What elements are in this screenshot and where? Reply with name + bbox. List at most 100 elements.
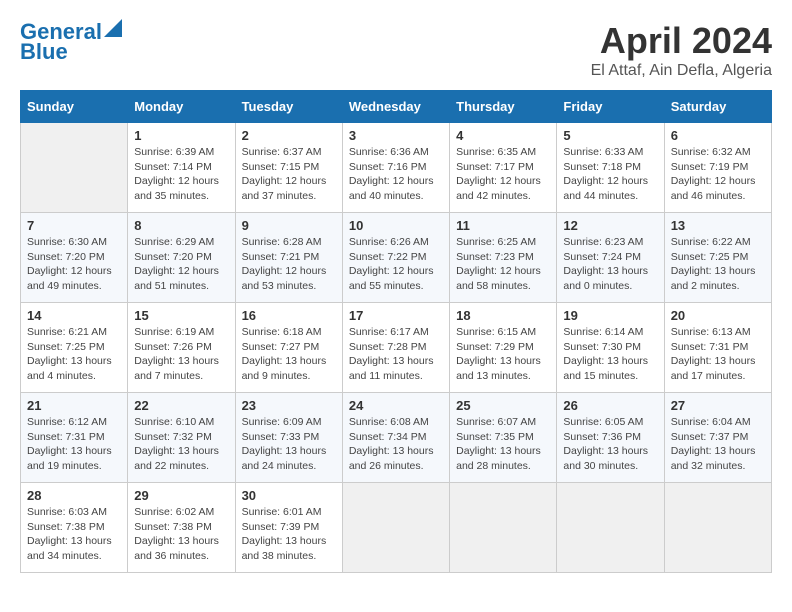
- day-info: Sunrise: 6:29 AMSunset: 7:20 PMDaylight:…: [134, 235, 228, 294]
- day-info: Sunrise: 6:39 AMSunset: 7:14 PMDaylight:…: [134, 145, 228, 204]
- sunrise-text: Sunrise: 6:19 AM: [134, 325, 228, 340]
- sunrise-text: Sunrise: 6:25 AM: [456, 235, 550, 250]
- calendar-cell: 5Sunrise: 6:33 AMSunset: 7:18 PMDaylight…: [557, 123, 664, 213]
- calendar-cell: 7 Sunrise: 6:30 AMSunset: 7:20 PMDaylight…: [21, 213, 128, 303]
- sunrise-text: Sunrise: 6:13 AM: [671, 325, 765, 340]
- sunrise-text: Sunrise: 6:05 AM: [563, 415, 657, 430]
- calendar-cell: [557, 483, 664, 573]
- sunset-text: Sunset: 7:36 PM: [563, 430, 657, 445]
- day-number: 7: [27, 218, 121, 233]
- calendar-cell: [450, 483, 557, 573]
- sunrise-text: Sunrise: 6:10 AM: [134, 415, 228, 430]
- day-number: 5: [563, 128, 657, 143]
- day-info: Sunrise: 6:25 AMSunset: 7:23 PMDaylight:…: [456, 235, 550, 294]
- sunrise-text: Sunrise: 6:22 AM: [671, 235, 765, 250]
- day-info: Sunrise: 6:21 AMSunset: 7:25 PMDaylight:…: [27, 325, 121, 384]
- daylight-text: Daylight: 13 hours and 11 minutes.: [349, 354, 443, 383]
- day-info: Sunrise: 6:22 AMSunset: 7:25 PMDaylight:…: [671, 235, 765, 294]
- day-number: 2: [242, 128, 336, 143]
- daylight-text: Daylight: 12 hours and 37 minutes.: [242, 174, 336, 203]
- day-number: 17: [349, 308, 443, 323]
- sunset-text: Sunset: 7:17 PM: [456, 160, 550, 175]
- sunset-text: Sunset: 7:37 PM: [671, 430, 765, 445]
- day-number: 28: [27, 488, 121, 503]
- sunrise-text: Sunrise: 6:09 AM: [242, 415, 336, 430]
- sunrise-text: Sunrise: 6:17 AM: [349, 325, 443, 340]
- sunrise-text: Sunrise: 6:33 AM: [563, 145, 657, 160]
- daylight-text: Daylight: 13 hours and 24 minutes.: [242, 444, 336, 473]
- sunset-text: Sunset: 7:31 PM: [671, 340, 765, 355]
- sunset-text: Sunset: 7:30 PM: [563, 340, 657, 355]
- page-header: General Blue April 2024 El Attaf, Ain De…: [20, 20, 772, 80]
- sunset-text: Sunset: 7:20 PM: [27, 250, 121, 265]
- calendar-cell: 12Sunrise: 6:23 AMSunset: 7:24 PMDayligh…: [557, 213, 664, 303]
- daylight-text: Daylight: 13 hours and 13 minutes.: [456, 354, 550, 383]
- calendar-table: SundayMondayTuesdayWednesdayThursdayFrid…: [20, 90, 772, 573]
- day-info: Sunrise: 6:36 AMSunset: 7:16 PMDaylight:…: [349, 145, 443, 204]
- day-info: Sunrise: 6:03 AMSunset: 7:38 PMDaylight:…: [27, 505, 121, 564]
- calendar-cell: 3Sunrise: 6:36 AMSunset: 7:16 PMDaylight…: [342, 123, 449, 213]
- calendar-cell: 24Sunrise: 6:08 AMSunset: 7:34 PMDayligh…: [342, 393, 449, 483]
- day-info: Sunrise: 6:10 AMSunset: 7:32 PMDaylight:…: [134, 415, 228, 474]
- calendar-cell: 14Sunrise: 6:21 AMSunset: 7:25 PMDayligh…: [21, 303, 128, 393]
- day-info: Sunrise: 6:17 AMSunset: 7:28 PMDaylight:…: [349, 325, 443, 384]
- sunrise-text: Sunrise: 6:29 AM: [134, 235, 228, 250]
- day-number: 25: [456, 398, 550, 413]
- sunset-text: Sunset: 7:25 PM: [671, 250, 765, 265]
- day-info: Sunrise: 6:09 AMSunset: 7:33 PMDaylight:…: [242, 415, 336, 474]
- sunrise-text: Sunrise: 6:07 AM: [456, 415, 550, 430]
- day-number: 1: [134, 128, 228, 143]
- calendar-cell: [664, 483, 771, 573]
- column-header-friday: Friday: [557, 91, 664, 123]
- calendar-cell: 25Sunrise: 6:07 AMSunset: 7:35 PMDayligh…: [450, 393, 557, 483]
- day-number: 19: [563, 308, 657, 323]
- calendar-cell: 17 Sunrise: 6:17 AMSunset: 7:28 PMDayligh…: [342, 303, 449, 393]
- day-info: Sunrise: 6:35 AMSunset: 7:17 PMDaylight:…: [456, 145, 550, 204]
- sunrise-text: Sunrise: 6:30 AM: [27, 235, 121, 250]
- sunset-text: Sunset: 7:14 PM: [134, 160, 228, 175]
- day-number: 29: [134, 488, 228, 503]
- sunset-text: Sunset: 7:28 PM: [349, 340, 443, 355]
- logo-arrow-icon: [104, 19, 122, 37]
- sunset-text: Sunset: 7:35 PM: [456, 430, 550, 445]
- day-info: Sunrise: 6:37 AMSunset: 7:15 PMDaylight:…: [242, 145, 336, 204]
- day-number: 22: [134, 398, 228, 413]
- daylight-text: Daylight: 13 hours and 0 minutes.: [563, 264, 657, 293]
- sunset-text: Sunset: 7:22 PM: [349, 250, 443, 265]
- sunrise-text: Sunrise: 6:02 AM: [134, 505, 228, 520]
- sunrise-text: Sunrise: 6:39 AM: [134, 145, 228, 160]
- daylight-text: Daylight: 13 hours and 26 minutes.: [349, 444, 443, 473]
- calendar-cell: 11 Sunrise: 6:25 AMSunset: 7:23 PMDayligh…: [450, 213, 557, 303]
- calendar-body: 1Sunrise: 6:39 AMSunset: 7:14 PMDaylight…: [21, 123, 772, 573]
- calendar-cell: 22 Sunrise: 6:10 AMSunset: 7:32 PMDayligh…: [128, 393, 235, 483]
- day-number: 12: [563, 218, 657, 233]
- daylight-text: Daylight: 12 hours and 44 minutes.: [563, 174, 657, 203]
- daylight-text: Daylight: 12 hours and 55 minutes.: [349, 264, 443, 293]
- sunset-text: Sunset: 7:26 PM: [134, 340, 228, 355]
- sunset-text: Sunset: 7:31 PM: [27, 430, 121, 445]
- day-info: Sunrise: 6:12 AMSunset: 7:31 PMDaylight:…: [27, 415, 121, 474]
- daylight-text: Daylight: 12 hours and 40 minutes.: [349, 174, 443, 203]
- day-number: 6: [671, 128, 765, 143]
- day-info: Sunrise: 6:02 AMSunset: 7:38 PMDaylight:…: [134, 505, 228, 564]
- day-info: Sunrise: 6:05 AMSunset: 7:36 PMDaylight:…: [563, 415, 657, 474]
- calendar-cell: 27Sunrise: 6:04 AMSunset: 7:37 PMDayligh…: [664, 393, 771, 483]
- daylight-text: Daylight: 13 hours and 2 minutes.: [671, 264, 765, 293]
- day-number: 23: [242, 398, 336, 413]
- day-info: Sunrise: 6:30 AMSunset: 7:20 PMDaylight:…: [27, 235, 121, 294]
- day-number: 13: [671, 218, 765, 233]
- logo: General Blue: [20, 20, 122, 64]
- sunrise-text: Sunrise: 6:36 AM: [349, 145, 443, 160]
- sunrise-text: Sunrise: 6:32 AM: [671, 145, 765, 160]
- sunrise-text: Sunrise: 6:03 AM: [27, 505, 121, 520]
- sunrise-text: Sunrise: 6:18 AM: [242, 325, 336, 340]
- calendar-cell: 8Sunrise: 6:29 AMSunset: 7:20 PMDaylight…: [128, 213, 235, 303]
- day-info: Sunrise: 6:28 AMSunset: 7:21 PMDaylight:…: [242, 235, 336, 294]
- daylight-text: Daylight: 13 hours and 22 minutes.: [134, 444, 228, 473]
- day-number: 11: [456, 218, 550, 233]
- day-number: 15: [134, 308, 228, 323]
- day-number: 30: [242, 488, 336, 503]
- sunset-text: Sunset: 7:23 PM: [456, 250, 550, 265]
- daylight-text: Daylight: 12 hours and 51 minutes.: [134, 264, 228, 293]
- sunrise-text: Sunrise: 6:23 AM: [563, 235, 657, 250]
